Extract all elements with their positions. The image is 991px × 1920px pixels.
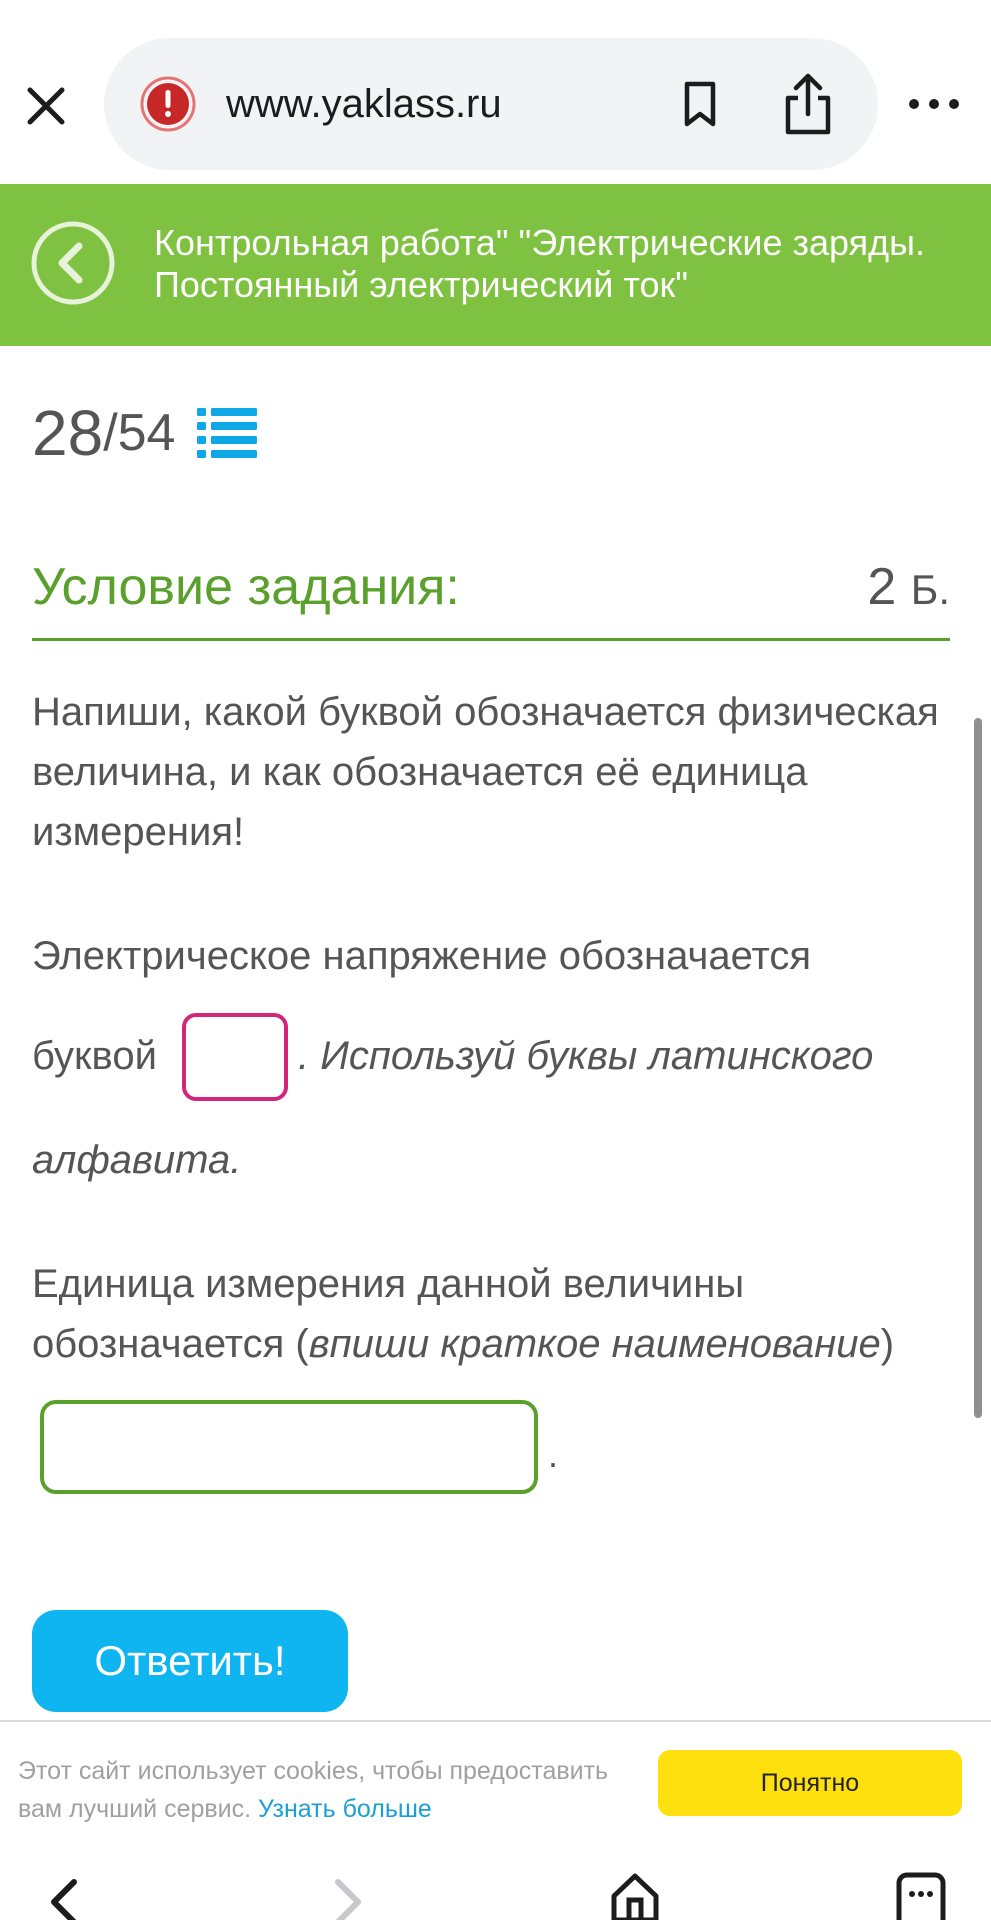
- unit-answer-input[interactable]: [40, 1400, 538, 1494]
- letter-prefix: буквой: [32, 1034, 157, 1078]
- unit-suffix: ): [880, 1322, 895, 1366]
- cookie-text: Этот сайт использует cookies, чтобы пред…: [18, 1752, 638, 1828]
- task-instruction: Напиши, какой буквой обозначается физиче…: [32, 690, 939, 854]
- cookie-learn-more-link[interactable]: Узнать больше: [258, 1795, 432, 1823]
- progress-total: 54: [117, 404, 176, 462]
- unit-period: .: [548, 1434, 559, 1475]
- cookie-accept-button[interactable]: Понятно: [658, 1750, 962, 1816]
- test-title: Контрольная работа" "Электрические заряд…: [154, 222, 925, 305]
- section-title: Условие задания:: [32, 558, 460, 616]
- bookmark-icon[interactable]: [674, 78, 726, 130]
- warning-icon[interactable]: [140, 76, 196, 132]
- letter-answer-input[interactable]: [182, 1013, 288, 1101]
- latin-hint: . Используй буквы латинского: [298, 1034, 874, 1078]
- home-icon[interactable]: [610, 1870, 660, 1920]
- progress-current: 28: [32, 397, 104, 469]
- close-icon[interactable]: [22, 82, 70, 130]
- unit-prefix: обозначается (: [32, 1322, 309, 1366]
- task-condition-header: Условие задания: 2 Б.: [32, 554, 950, 641]
- test-header: Контрольная работа" "Электрические заряд…: [0, 184, 991, 346]
- back-icon[interactable]: [30, 220, 116, 306]
- share-icon[interactable]: [780, 72, 836, 136]
- browser-toolbar: www.yaklass.ru: [0, 0, 991, 184]
- url-text[interactable]: www.yaklass.ru: [226, 78, 502, 130]
- cookie-banner: Этот сайт использует cookies, чтобы пред…: [0, 1720, 991, 1854]
- voltage-question-line: Электрическое напряжение обозначается: [32, 934, 812, 978]
- nav-back-icon[interactable]: [46, 1878, 82, 1920]
- points-value: 2: [867, 558, 897, 616]
- tabs-icon[interactable]: [896, 1872, 946, 1920]
- unit-hint: впиши краткое наименование: [308, 1322, 881, 1366]
- answer-button[interactable]: Ответить!: [32, 1610, 348, 1712]
- progress-separator: /: [103, 404, 118, 462]
- question-progress: 28 / 54: [32, 397, 258, 469]
- browser-bottom-nav: [0, 1852, 991, 1920]
- points-unit: Б.: [910, 566, 950, 613]
- address-bar[interactable]: www.yaklass.ru: [104, 38, 878, 170]
- nav-forward-icon[interactable]: [330, 1878, 366, 1920]
- list-icon[interactable]: [197, 405, 258, 461]
- points-badge: 2 Б.: [867, 554, 950, 623]
- more-icon[interactable]: [906, 92, 962, 116]
- unit-question-line: Единица измерения данной величины: [32, 1262, 745, 1306]
- unit-question-line-2: обозначается (впиши краткое наименование…: [32, 1322, 894, 1367]
- page-scrollbar[interactable]: [974, 718, 982, 1418]
- latin-hint-continued: алфавита.: [32, 1138, 242, 1182]
